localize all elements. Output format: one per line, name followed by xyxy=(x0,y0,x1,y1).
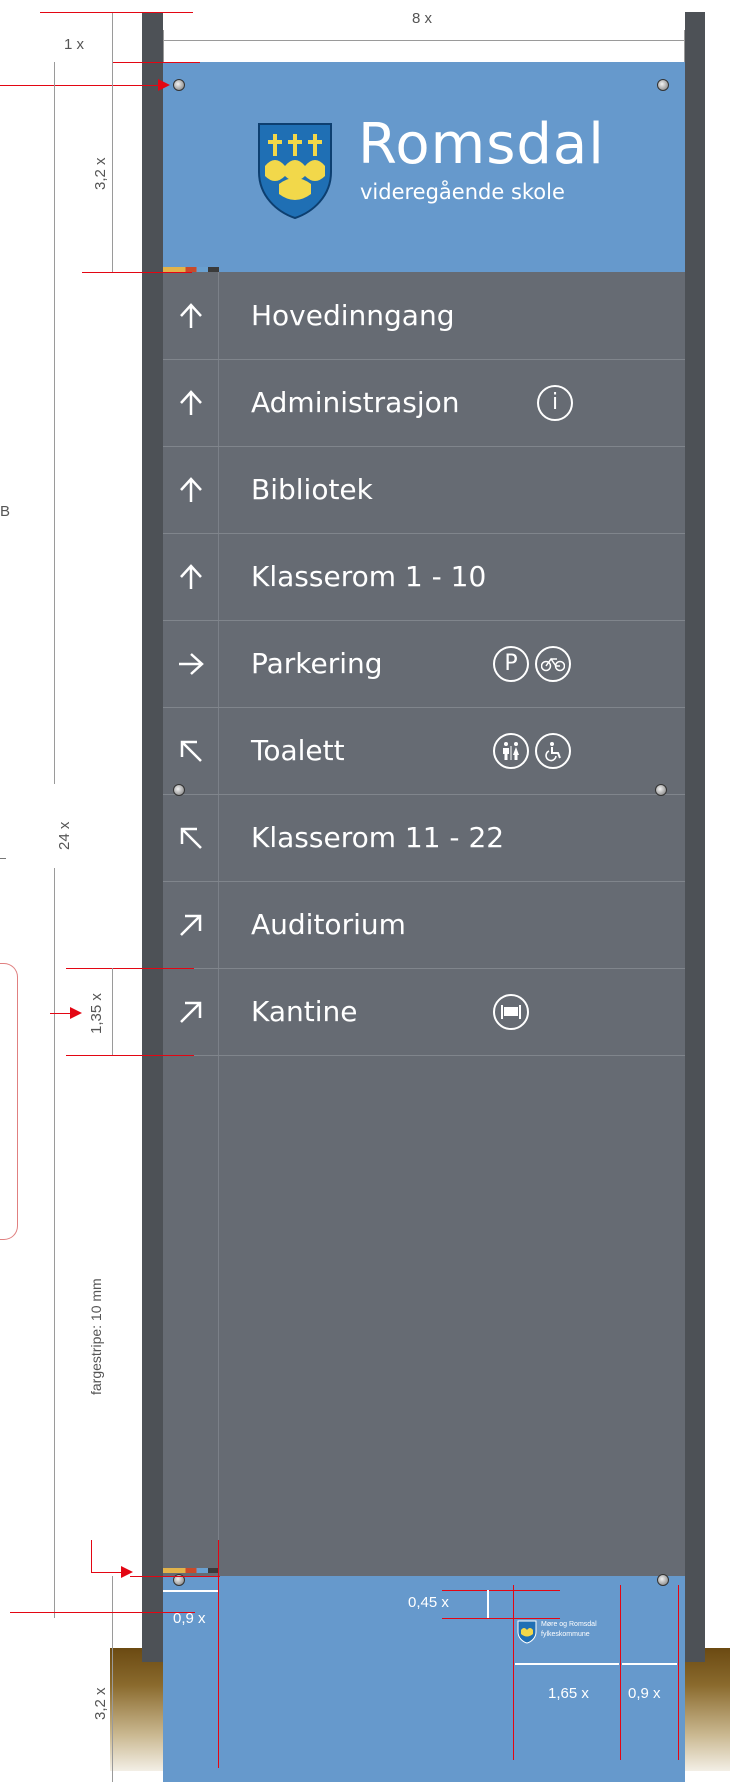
pointer-arrow-icon xyxy=(158,79,170,91)
list-item: Klasserom 1 - 10 xyxy=(163,533,685,621)
dimension-header-height-label: 3,2 x xyxy=(92,157,109,190)
school-subtitle: videregående skole xyxy=(360,180,565,204)
dimension-line xyxy=(218,1540,219,1768)
cafeteria-icon xyxy=(493,993,529,1030)
row-label: Parkering xyxy=(251,647,383,680)
county-logo-text-2: fylkeskommune xyxy=(541,1631,590,1638)
dimension-line xyxy=(678,1585,679,1760)
row-label: Bibliotek xyxy=(251,473,373,506)
row-icons xyxy=(493,968,529,1055)
row-label: Kantine xyxy=(251,995,358,1028)
dimension-line xyxy=(40,12,193,13)
arrow-up-left-icon xyxy=(163,794,218,881)
dimension-line xyxy=(112,62,113,272)
county-crest-icon xyxy=(517,1620,537,1644)
dimension-line xyxy=(442,1590,560,1591)
dimension-line xyxy=(112,1576,113,1782)
list-item: Administrasjon i xyxy=(163,359,685,447)
pointer-line xyxy=(91,1572,121,1573)
dimension-line xyxy=(112,12,113,62)
crest xyxy=(255,120,335,220)
right-post xyxy=(685,12,705,1662)
dimension-line xyxy=(54,868,55,1618)
row-label: Klasserom 1 - 10 xyxy=(251,560,487,593)
list-item: Kantine xyxy=(163,968,685,1056)
school-name: Romsdal xyxy=(358,112,605,177)
dash-mark xyxy=(0,858,6,859)
row-icons xyxy=(493,707,571,794)
list-item: Klasserom 11 - 22 xyxy=(163,794,685,882)
dimension-line xyxy=(66,968,194,969)
arrow-up-icon xyxy=(163,272,218,359)
stripe-note-label: fargestripe: 10 mm xyxy=(88,1278,104,1395)
dimension-arrow xyxy=(622,1663,677,1665)
toilet-icon xyxy=(493,732,529,769)
dimension-row-height-label: 1,35 x xyxy=(88,993,105,1034)
county-logo-text-1: Møre og Romsdal xyxy=(541,1621,597,1628)
arrow-up-icon xyxy=(163,359,218,446)
list-item: Auditorium xyxy=(163,881,685,969)
dimension-line xyxy=(10,1612,195,1613)
bolt xyxy=(655,784,667,796)
info-icon: i xyxy=(537,384,573,421)
bracket xyxy=(0,963,18,1240)
pointer-line xyxy=(50,1013,70,1014)
dimension-top-offset-label: 1 x xyxy=(64,36,85,53)
arrow-up-right-icon xyxy=(163,881,218,968)
bolt xyxy=(173,79,185,91)
left-post xyxy=(142,12,163,1662)
list-item: Bibliotek xyxy=(163,446,685,534)
dimension-line xyxy=(54,62,55,784)
parking-icon: P xyxy=(493,645,529,682)
dimension-logo-height-label: 0,45 x xyxy=(408,1594,449,1611)
dimension-arrow xyxy=(163,1590,218,1592)
dimension-width-label: 8 x xyxy=(412,10,433,27)
dimension-arrow xyxy=(487,1590,489,1618)
dimension-logo-width-label: 1,65 x xyxy=(548,1685,589,1702)
dimension-line xyxy=(684,30,685,62)
dimension-total-height-label: 24 x xyxy=(56,821,73,850)
dimension-line xyxy=(620,1585,621,1760)
coat-of-arms-icon xyxy=(258,123,332,220)
list-item: Hovedinngang xyxy=(163,272,685,360)
row-label: Hovedinngang xyxy=(251,299,455,332)
dimension-footer-margin-label: 0,9 x xyxy=(628,1685,661,1702)
row-icons: P xyxy=(493,620,571,707)
dimension-line xyxy=(163,40,685,41)
bicycle-icon xyxy=(535,645,571,682)
pointer-arrow-icon xyxy=(70,1007,82,1019)
row-label: Auditorium xyxy=(251,908,406,941)
wheelchair-icon xyxy=(535,732,571,769)
row-icons: i xyxy=(537,359,573,446)
row-label: Klasserom 11 - 22 xyxy=(251,821,505,854)
dimension-line xyxy=(163,30,164,62)
arrow-up-icon xyxy=(163,533,218,620)
county-logo: Møre og Romsdal fylkeskommune xyxy=(517,1620,627,1650)
row-label: Toalett xyxy=(251,734,345,767)
row-label: Administrasjon xyxy=(251,386,460,419)
bolt xyxy=(173,784,185,796)
arrow-up-icon xyxy=(163,446,218,533)
dimension-line xyxy=(442,1618,560,1619)
pointer-line xyxy=(91,1540,92,1572)
dimension-line xyxy=(513,1585,514,1760)
pointer-line xyxy=(0,85,158,86)
dimension-line xyxy=(130,1576,220,1577)
arrow-right-icon xyxy=(163,620,218,707)
bolt xyxy=(657,79,669,91)
color-stripe-bottom xyxy=(163,1568,219,1573)
side-note-label: B xyxy=(0,503,11,520)
dimension-line xyxy=(66,1055,194,1056)
dimension-line xyxy=(82,272,192,273)
dimension-arrow xyxy=(515,1663,619,1665)
arrow-up-right-icon xyxy=(163,968,218,1055)
arrow-up-left-icon xyxy=(163,707,218,794)
dimension-line xyxy=(112,62,200,63)
dimension-footer-height-label: 3,2 x xyxy=(92,1687,109,1720)
dimension-line xyxy=(112,968,113,1055)
list-item: Toalett xyxy=(163,707,685,795)
list-item: Parkering P xyxy=(163,620,685,708)
bolt xyxy=(657,1574,669,1586)
